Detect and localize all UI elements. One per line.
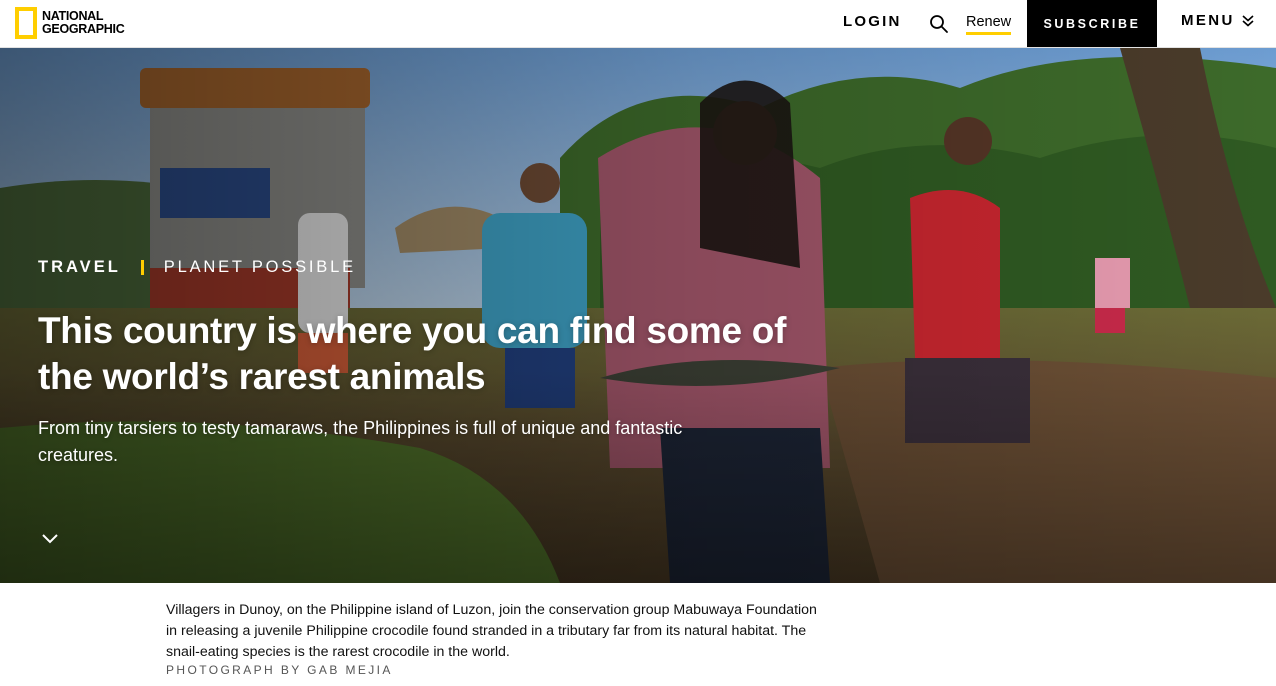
article-dek: From tiny tarsiers to testy tamaraws, th…: [38, 418, 683, 465]
article-headline: This country is where you can find some …: [38, 310, 787, 397]
login-link[interactable]: LOGIN: [843, 13, 902, 30]
subscribe-button[interactable]: SUBSCRIBE: [1027, 0, 1157, 47]
logo-yellow-border: [15, 7, 37, 39]
kicker-divider: [140, 260, 144, 275]
photo-credit: PHOTOGRAPH BY GAB MEJIA: [166, 663, 393, 677]
photo-caption: Villagers in Dunoy, on the Philippine is…: [166, 602, 817, 660]
kicker-planet-possible-link[interactable]: PLANET POSSIBLE: [164, 258, 356, 277]
renew-link[interactable]: Renew: [966, 14, 1012, 35]
search-icon[interactable]: [929, 14, 949, 34]
menu-label: MENU: [1181, 12, 1235, 29]
hero-section: TRAVEL PLANET POSSIBLE This country is w…: [0, 48, 1276, 583]
double-chevron-down-icon: [1242, 14, 1254, 27]
logo-wordmark: NATIONAL GEOGRAPHIC: [42, 10, 125, 36]
kicker-travel-link[interactable]: TRAVEL: [38, 258, 121, 277]
chevron-down-icon[interactable]: [40, 532, 60, 546]
natgeo-logo[interactable]: NATIONAL GEOGRAPHIC: [15, 7, 125, 39]
article-kicker: TRAVEL PLANET POSSIBLE: [38, 258, 356, 277]
menu-button[interactable]: MENU: [1181, 12, 1255, 29]
site-header: NATIONAL GEOGRAPHIC LOGIN Renew SUBSCRIB…: [0, 0, 1276, 48]
logo-line2: GEOGRAPHIC: [42, 22, 125, 36]
